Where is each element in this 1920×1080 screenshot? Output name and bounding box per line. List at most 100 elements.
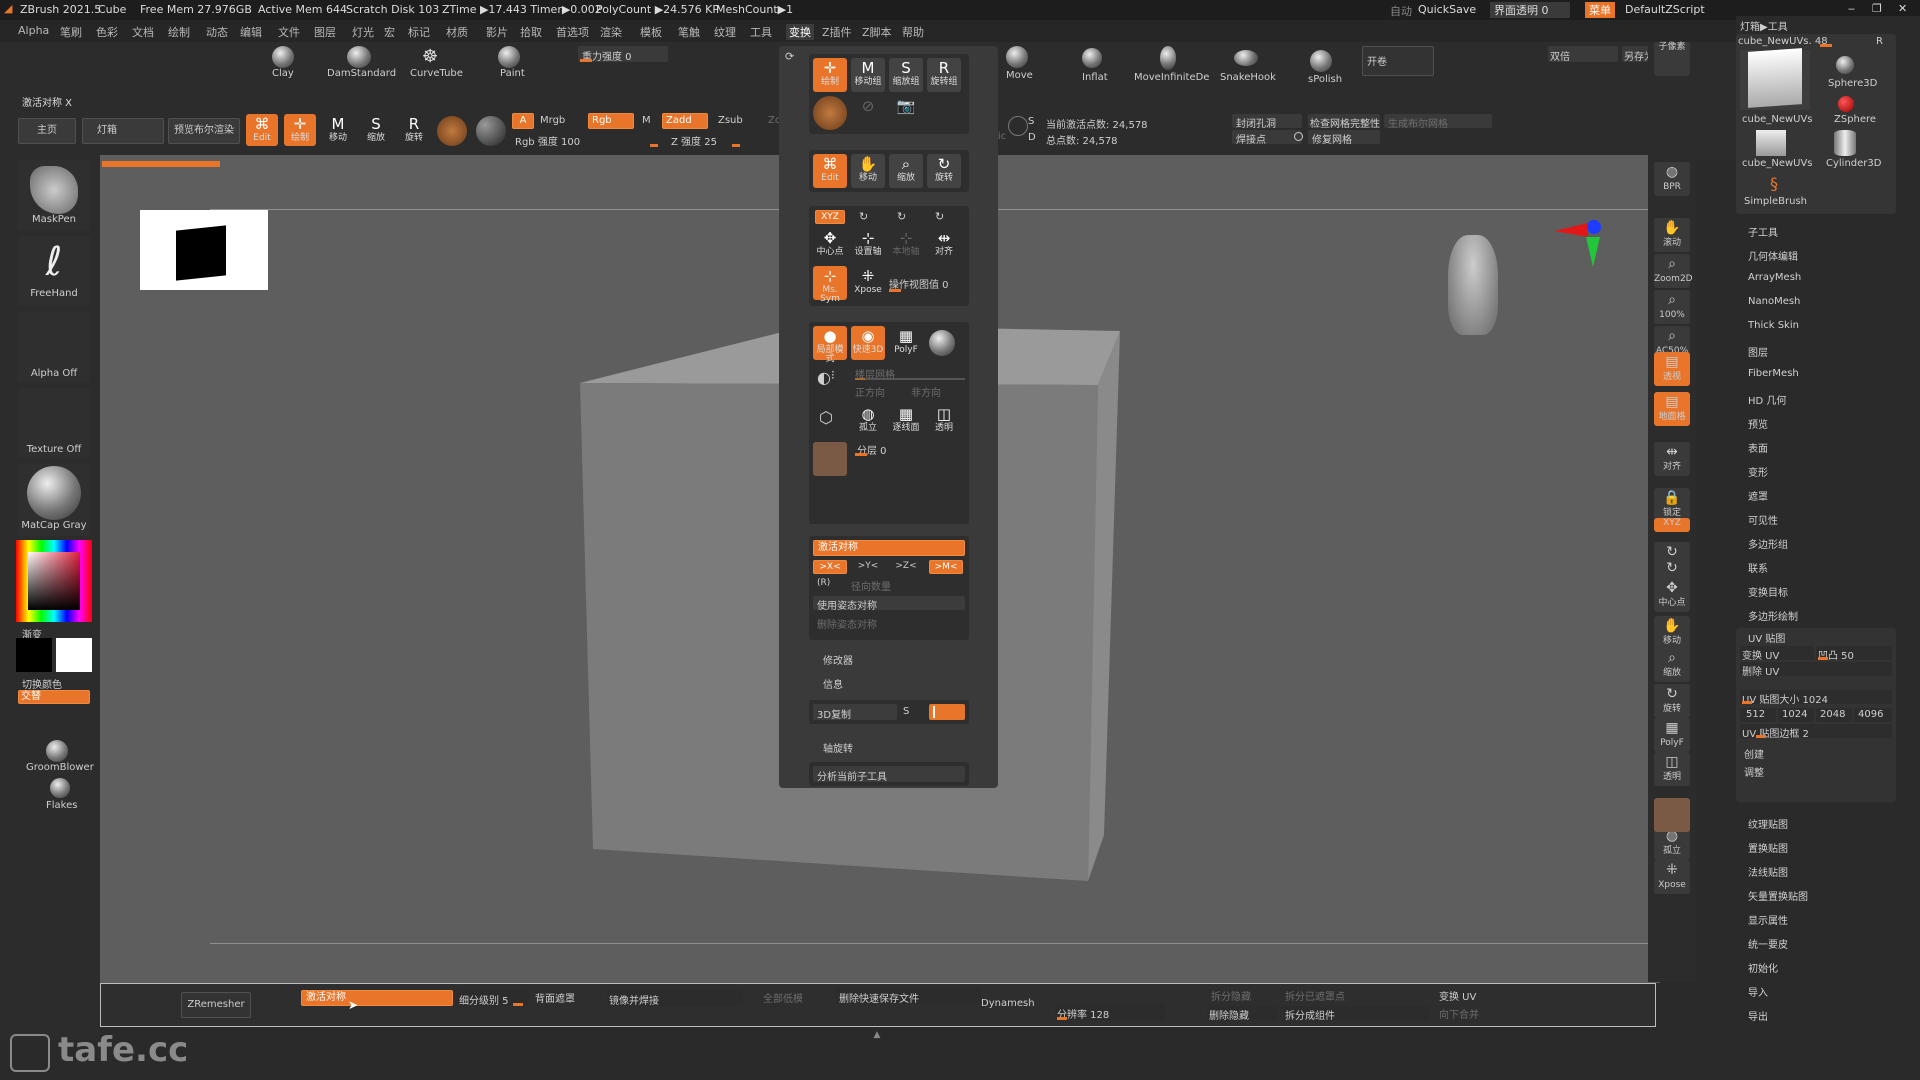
tool-menu-item[interactable]: 导出 xyxy=(1748,1008,1768,1023)
tool-menu-item[interactable]: ArrayMesh xyxy=(1748,272,1801,283)
color-swatch[interactable] xyxy=(476,116,506,146)
mrgb-toggle[interactable]: Mrgb xyxy=(540,115,565,126)
menu-item[interactable]: Z插件 xyxy=(822,24,852,40)
gen-boolean-mesh-button[interactable]: 生成布尔网格 xyxy=(1384,114,1492,130)
moveinfinite-brush-icon[interactable] xyxy=(1160,46,1176,70)
menu-item[interactable]: 纹理 xyxy=(714,24,736,40)
a-toggle[interactable]: A xyxy=(512,113,534,129)
maskpen-brush[interactable]: MaskPen xyxy=(18,160,90,230)
tool-menu-item[interactable]: NanoMesh xyxy=(1748,296,1800,307)
quicksave-button[interactable]: QuickSave xyxy=(1418,3,1476,16)
popup-camera-icon[interactable]: 📷 xyxy=(889,96,923,130)
clay-brush-icon[interactable] xyxy=(272,46,294,68)
menu-item[interactable]: 模板 xyxy=(640,24,662,40)
split-hidden-button[interactable]: 拆分隐藏 xyxy=(1211,988,1251,1003)
align-button[interactable]: ⇹ 对齐 xyxy=(927,228,961,258)
texture-off[interactable]: Texture Off xyxy=(18,388,90,458)
menu-item[interactable]: 笔触 xyxy=(678,24,700,40)
sym-x-toggle[interactable]: >X< xyxy=(813,560,847,574)
flakes-icon[interactable] xyxy=(50,778,70,798)
right-shelf-button[interactable]: ✋ 移动 xyxy=(1654,616,1690,650)
uv-size-2048[interactable]: 2048 xyxy=(1816,708,1852,722)
resolution-slider[interactable]: 分辨率 128 xyxy=(1055,1004,1165,1021)
xpose-button[interactable]: ⁜ Xpose xyxy=(851,266,885,300)
rotate-mode-button[interactable]: R 旋转 xyxy=(398,114,430,146)
groomblower-icon[interactable] xyxy=(46,740,68,762)
curvetube-brush-icon[interactable]: ☸ xyxy=(422,46,448,67)
tool-menu-item[interactable]: HD 几何 xyxy=(1748,392,1786,407)
info-section[interactable]: 信息 xyxy=(823,676,843,691)
matcap-preview-icon[interactable] xyxy=(929,330,955,356)
xyz-toggle[interactable]: XYZ xyxy=(815,210,845,224)
brush-snakehook[interactable]: SnakeHook xyxy=(1220,72,1276,83)
brush-preview-icon[interactable] xyxy=(1654,798,1690,832)
secondary-color-swatch[interactable] xyxy=(56,638,92,672)
zremesher-button[interactable]: ZRemesher xyxy=(181,992,251,1018)
menu-item[interactable]: 标记 xyxy=(408,24,430,40)
minimize-icon[interactable]: ‒ xyxy=(1848,2,1855,15)
isolate-button[interactable]: ◍ 孤立 xyxy=(851,404,885,436)
menu-item[interactable]: 动态 xyxy=(206,24,228,40)
uv-morph-button[interactable]: 变换 UV xyxy=(1439,988,1476,1003)
paint-brush-icon[interactable] xyxy=(498,46,520,68)
tool-menu-item[interactable]: 表面 xyxy=(1748,440,1768,455)
menu-item[interactable]: 色彩 xyxy=(96,24,118,40)
inflate-brush-icon[interactable] xyxy=(1082,48,1102,68)
draw-mode-button[interactable]: ✛ 绘制 xyxy=(284,114,316,146)
flakes-brush[interactable]: Flakes xyxy=(46,800,77,811)
brush-move[interactable]: Move xyxy=(1006,70,1033,81)
tool-menu-item[interactable]: 联系 xyxy=(1748,560,1768,575)
menu-item[interactable]: 渲染 xyxy=(600,24,622,40)
right-shelf-button[interactable]: ✋ 滚动 xyxy=(1654,218,1690,252)
alpha-off[interactable]: Alpha Off xyxy=(18,312,90,382)
local-mode-button[interactable]: ● 局部模式 xyxy=(813,326,847,364)
tool-menu-item[interactable]: 变换目标 xyxy=(1748,584,1788,599)
preview-boolean-render-button[interactable]: 预览布尔渲染 xyxy=(168,118,240,144)
material-swatch[interactable] xyxy=(437,116,467,146)
restore-icon[interactable]: ❐ xyxy=(1872,2,1882,15)
zadd-toggle[interactable]: Zadd xyxy=(662,113,708,129)
groomblower-brush[interactable]: GroomBlower xyxy=(26,762,94,773)
set-pivot-button[interactable]: ⊹ 设置轴 xyxy=(851,228,885,258)
popup-scale-group-button[interactable]: S 缩放组 xyxy=(889,58,923,92)
menu-item[interactable]: Alpha xyxy=(18,24,49,37)
simplebrush-icon[interactable]: § xyxy=(1770,174,1778,193)
right-shelf-button[interactable]: 🔒 锁定 xyxy=(1654,488,1690,522)
menu-item[interactable]: 工具 xyxy=(750,24,772,40)
menu-toggle[interactable]: 菜单 xyxy=(1585,2,1615,18)
tool-menu-item[interactable]: 可见性 xyxy=(1748,512,1778,527)
tool-menu-item[interactable]: 子工具 xyxy=(1748,224,1778,239)
axis-rotation-section[interactable]: 轴旋转 xyxy=(823,740,853,755)
m-toggle[interactable]: M xyxy=(642,115,651,126)
popup-move-button[interactable]: ✋ 移动 xyxy=(851,154,885,188)
uv-create[interactable]: 创建 xyxy=(1744,746,1764,761)
right-shelf-button[interactable]: ▦ PolyF xyxy=(1654,718,1690,752)
navigation-thumbnail[interactable] xyxy=(140,210,268,290)
3d-copy-button[interactable]: 3D复制 xyxy=(813,704,897,721)
color-picker[interactable] xyxy=(16,540,92,622)
snakehook-brush-icon[interactable] xyxy=(1234,50,1258,66)
delete-hidden-button[interactable]: 删除隐藏 xyxy=(1207,1006,1277,1022)
cylinder3d-icon[interactable] xyxy=(1834,130,1856,156)
right-shelf-button[interactable]: ⌕ Zoom2D xyxy=(1654,254,1693,288)
tool-menu-item[interactable]: 统一要皮 xyxy=(1748,936,1788,951)
popup-edit-button[interactable]: ⌘ Edit xyxy=(813,154,847,188)
brush-preview-icon[interactable] xyxy=(813,442,847,476)
rotate-x-icon[interactable]: ↻ xyxy=(935,210,944,223)
persp-mode-label[interactable]: 正方向 xyxy=(855,384,885,399)
brush-inflat[interactable]: Inflat xyxy=(1082,72,1108,83)
right-shelf-button[interactable]: ◫ 透明 xyxy=(1654,752,1690,786)
brush-clay[interactable]: Clay xyxy=(272,68,294,79)
ui-transparency-slider[interactable]: 界面透明 0 xyxy=(1490,2,1570,18)
contrast-icon[interactable]: ◐ xyxy=(817,368,831,387)
brush-moveinfinitede[interactable]: MoveInfiniteDe xyxy=(1134,72,1209,83)
uv-map-border-slider[interactable]: UV 贴图边框 2 xyxy=(1740,724,1892,740)
tool-menu-item[interactable]: 纹理贴图 xyxy=(1748,816,1788,831)
right-shelf-button[interactable]: ◍ BPR xyxy=(1654,162,1690,196)
tool-menu-item[interactable]: 遮罩 xyxy=(1748,488,1768,503)
tool-thumb-cube[interactable] xyxy=(1740,48,1810,110)
uv-check-slider[interactable]: 凹凸 50 xyxy=(1816,646,1892,662)
sym-y-toggle[interactable]: >Y< xyxy=(851,560,885,574)
tool-menu-item[interactable]: 多边形组 xyxy=(1748,536,1788,551)
weld-points-button[interactable]: 焊接点 xyxy=(1232,130,1302,146)
